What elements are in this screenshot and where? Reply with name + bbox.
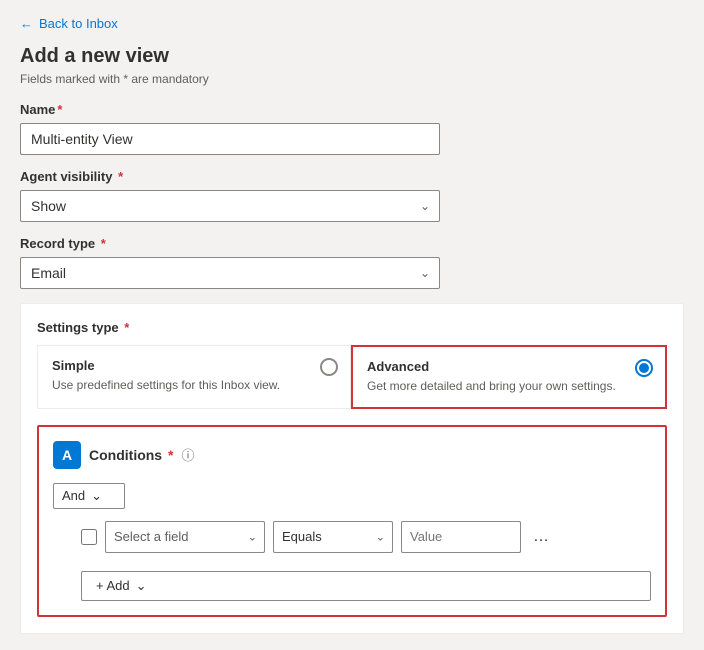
conditions-title: Conditions * [89,447,173,463]
name-input[interactable] [20,123,440,155]
agent-visibility-label: Agent visibility * [20,169,684,184]
advanced-radio-card[interactable]: Advanced Get more detailed and bring you… [351,345,667,409]
page-title: Add a new view [20,45,684,68]
settings-type-options: Simple Use predefined settings for this … [37,345,667,409]
more-options-icon[interactable]: … [529,524,553,550]
conditions-icon: A [53,441,81,469]
settings-type-label: Settings type * [37,320,667,335]
add-chevron-icon: ⌄ [136,578,147,594]
back-link-label: Back to Inbox [39,16,118,31]
conditions-section: A Conditions * ⓘ And ⌄ Select a field ⌄ [37,425,667,617]
advanced-description: Get more detailed and bring your own set… [367,378,651,395]
record-type-wrapper: EmailChatVoice ⌄ [20,257,440,289]
name-label: Name* [20,102,684,117]
and-group: And ⌄ Select a field ⌄ Equals ⌄ … [53,483,651,601]
settings-box: Settings type * Simple Use predefined se… [20,303,684,634]
equals-select-wrapper: Equals ⌄ [273,521,393,553]
simple-description: Use predefined settings for this Inbox v… [52,377,336,394]
value-input[interactable] [401,521,521,553]
and-dropdown[interactable]: And ⌄ [53,483,125,509]
and-label: And [62,488,85,503]
record-type-select[interactable]: EmailChatVoice [20,257,440,289]
back-link[interactable]: ← Back to Inbox [20,16,684,31]
agent-visibility-select[interactable]: ShowHide [20,190,440,222]
add-button[interactable]: + Add ⌄ [81,571,651,601]
condition-row: Select a field ⌄ Equals ⌄ … [81,521,651,553]
simple-title: Simple [52,358,336,373]
simple-radio-card[interactable]: Simple Use predefined settings for this … [37,345,351,409]
condition-checkbox[interactable] [81,529,97,545]
add-button-label: + Add [96,578,130,593]
conditions-header: A Conditions * ⓘ [53,441,651,469]
info-icon[interactable]: ⓘ [181,445,194,464]
field-select-wrapper: Select a field ⌄ [105,521,265,553]
advanced-title: Advanced [367,359,651,374]
page-container: ← Back to Inbox Add a new view Fields ma… [0,0,704,650]
mandatory-note: Fields marked with * are mandatory [20,72,684,86]
agent-visibility-wrapper: ShowHide ⌄ [20,190,440,222]
equals-select[interactable]: Equals [273,521,393,553]
advanced-radio-icon [635,359,653,377]
record-type-label: Record type * [20,236,684,251]
and-chevron-icon: ⌄ [91,488,102,504]
back-arrow-icon: ← [20,16,33,31]
field-select[interactable]: Select a field [105,521,265,553]
simple-radio-icon [320,358,338,376]
